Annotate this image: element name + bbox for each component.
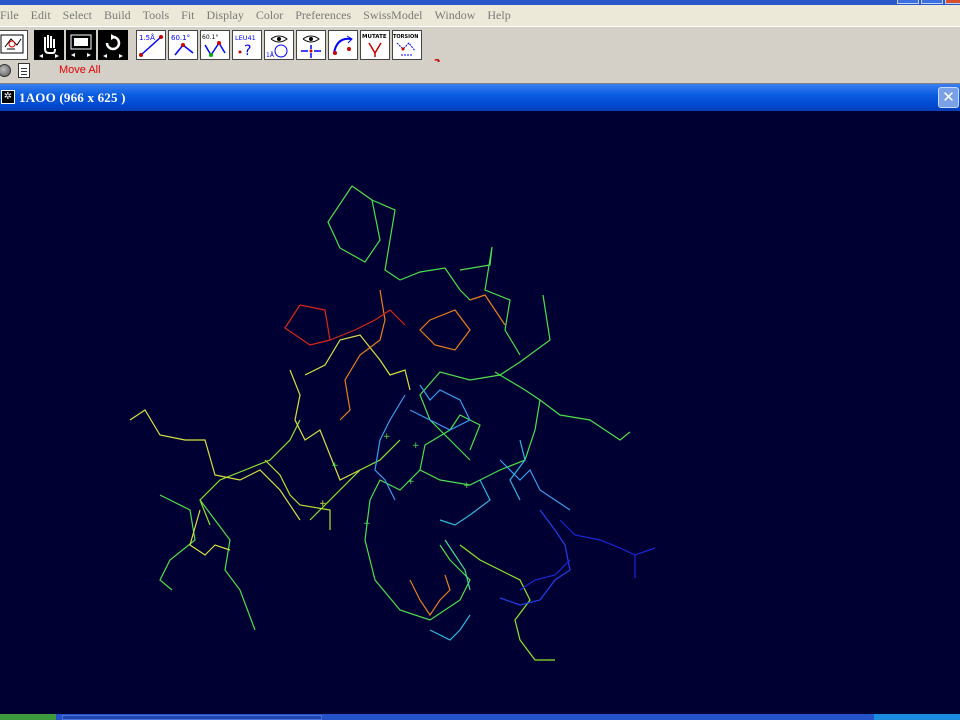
label-icon: LEU41? <box>235 34 256 59</box>
outer-minimize-button[interactable] <box>897 0 919 4</box>
svg-text:60.1°: 60.1° <box>202 34 218 41</box>
menu-bar: File Edit Select Build Tools Fit Display… <box>0 5 960 26</box>
app-window: File Edit Select Build Tools Fit Display… <box>0 0 960 720</box>
distance-icon: 1.5Å <box>139 33 163 57</box>
menu-window[interactable]: Window <box>429 8 482 23</box>
svg-text:+: + <box>412 441 420 451</box>
svg-text:TORSION: TORSION <box>393 34 418 40</box>
rotate-button[interactable] <box>98 30 128 60</box>
status-text: Move All <box>59 64 101 76</box>
torsion-angle-icon: 60.1° <box>202 34 226 57</box>
translate-button[interactable] <box>66 30 96 60</box>
svg-text:+: + <box>319 499 327 509</box>
molecule-window-icon: ✲ <box>1 90 15 104</box>
outer-close-button[interactable] <box>945 0 960 4</box>
menu-file[interactable]: File <box>0 8 25 23</box>
menu-fit[interactable]: Fit <box>175 8 200 23</box>
label-residue-button[interactable]: LEU41? <box>232 30 262 60</box>
angle-icon: 60.1° <box>171 34 194 56</box>
svg-text:+: + <box>331 461 339 471</box>
rotate-icon <box>103 34 123 58</box>
svg-text:+: + <box>363 519 371 529</box>
system-tray <box>874 714 960 720</box>
svg-text:MUTATE: MUTATE <box>362 34 387 40</box>
taskbar <box>0 714 960 720</box>
status-row: Move All <box>0 62 960 80</box>
menu-tools[interactable]: Tools <box>137 8 176 23</box>
svg-text:+: + <box>407 477 415 487</box>
eye-center-icon <box>301 35 321 58</box>
menu-color[interactable]: Color <box>250 8 289 23</box>
viewer-titlebar: ✲ 1AOO (966 x 625 ) ✕ <box>0 84 960 111</box>
mutate-button[interactable]: MUTATE <box>360 30 390 60</box>
menu-preferences[interactable]: Preferences <box>289 8 357 23</box>
toolbar: 1.5Å 60.1° 60.1° LEU41? 1Å MUTATE TORSIO… <box>0 26 960 70</box>
fit-arc-icon <box>333 35 353 55</box>
outer-maximize-button[interactable] <box>921 0 943 4</box>
neighbors-button[interactable]: 1Å <box>264 30 294 60</box>
torsion-button[interactable]: TORSION <box>392 30 422 60</box>
center-molecule-button[interactable] <box>0 30 28 60</box>
molecule-wireframe: + + + + + + + <box>129 185 656 661</box>
svg-text:1.5Å: 1.5Å <box>139 33 155 42</box>
measure-distance-button[interactable]: 1.5Å <box>136 30 166 60</box>
menu-build[interactable]: Build <box>98 8 137 23</box>
svg-text:1Å: 1Å <box>266 52 275 59</box>
menu-edit[interactable]: Edit <box>25 8 57 23</box>
menu-display[interactable]: Display <box>201 8 250 23</box>
taskbar-item[interactable] <box>62 715 322 720</box>
measure-torsion-button[interactable]: 60.1° <box>200 30 230 60</box>
control-panel-icon[interactable] <box>0 64 11 77</box>
svg-text:LEU41: LEU41 <box>235 34 256 42</box>
hand-icon <box>39 35 59 58</box>
molecule-viewport[interactable]: + + + + + + + <box>0 111 960 714</box>
mutate-icon: MUTATE <box>362 34 387 57</box>
center-atom-button[interactable] <box>296 30 326 60</box>
viewer-title: 1AOO (966 x 625 ) <box>19 90 126 105</box>
menu-help[interactable]: Help <box>481 8 516 23</box>
svg-text:+: + <box>383 432 391 442</box>
document-icon[interactable] <box>18 63 30 78</box>
svg-text:60.1°: 60.1° <box>171 34 190 42</box>
move-all-button[interactable] <box>34 30 64 60</box>
start-button[interactable] <box>0 714 56 720</box>
measure-angle-button[interactable]: 60.1° <box>168 30 198 60</box>
center-molecule-icon <box>0 34 24 54</box>
screen-translate-icon <box>70 34 92 57</box>
menu-swissmodel[interactable]: SwissModel <box>357 8 428 23</box>
menu-select[interactable]: Select <box>57 8 98 23</box>
viewer-close-button[interactable]: ✕ <box>938 87 959 108</box>
svg-text:?: ? <box>244 43 251 59</box>
fit-button[interactable] <box>328 30 358 60</box>
svg-text:+: + <box>463 481 471 491</box>
torsion-icon: TORSION <box>393 34 418 56</box>
eye-radius-icon: 1Å <box>266 35 288 59</box>
